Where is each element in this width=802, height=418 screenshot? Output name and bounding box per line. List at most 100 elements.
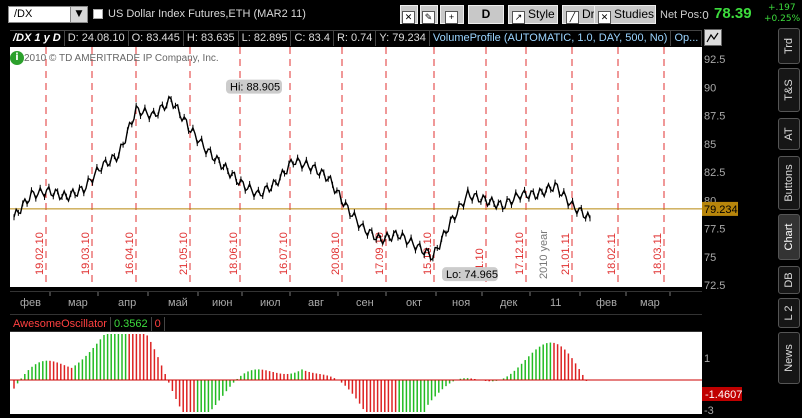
side-tab-db[interactable]: DB: [778, 266, 800, 294]
period-button[interactable]: D: [468, 5, 504, 24]
price-axis-tick: 72.5: [704, 280, 725, 291]
year-label: 2010 year: [538, 230, 550, 279]
bar-open: O: 83.445: [129, 31, 184, 46]
style-icon: ↗: [512, 11, 525, 24]
expiration-date-label: 21.05.10: [178, 232, 190, 275]
expiration-date-label: 17.12.10: [514, 232, 526, 275]
price-axis[interactable]: 92.5 90 87.5 85 82.5 80 77.5 75 72.5 79.234: [702, 47, 772, 292]
hi-label: Hi: 88.905: [230, 82, 280, 94]
drawings-icon: ╱: [566, 11, 579, 24]
side-tab-trd[interactable]: Trd: [778, 28, 800, 64]
style-label: Style: [528, 7, 555, 21]
side-tab-label: News: [783, 344, 795, 372]
bar-low: L: 82.895: [239, 31, 292, 46]
oscillator-axis[interactable]: 1 -1.4607 -3: [702, 332, 772, 417]
expiration-date-label: 16.04.10: [124, 232, 136, 275]
more-studies[interactable]: Op...: [671, 31, 702, 46]
bar-close: C: 83.4: [291, 31, 334, 46]
price-axis-tick: 87.5: [704, 111, 725, 123]
studies-icon: ✕: [598, 11, 611, 24]
price-axis-tick: 85: [704, 139, 716, 151]
copyright-text: 2010 © TD AMERITRADE IP Company, Inc.: [24, 53, 219, 64]
expiration-date-label: 20.08.10: [330, 232, 342, 275]
lo-label: Lo: 74.965: [446, 269, 498, 281]
wrench-icon: ✎: [422, 11, 435, 24]
bar-date: D: 24.08.10: [65, 31, 129, 46]
side-tab-label: T&S: [783, 79, 795, 101]
ao-axis-bottom: -3: [704, 405, 714, 416]
expiration-date-label: 18.03.11: [652, 233, 664, 275]
side-tab-l-2[interactable]: L 2: [778, 298, 800, 328]
side-tab-news[interactable]: News: [778, 332, 800, 384]
studies-label: Studies: [614, 7, 655, 21]
price-chart[interactable]: 19.02.10 19.03.10 16.04.10 21.05.10 18.06.10…: [10, 47, 702, 287]
wrench-button[interactable]: ✎: [420, 5, 438, 24]
link-icon[interactable]: [93, 9, 103, 19]
price-chart-canvas: 19.02.10 19.03.10 16.04.10 21.05.10 18.06.10…: [10, 47, 702, 287]
last-price: 78.39: [714, 5, 752, 22]
price-axis-tick: 92.5: [704, 54, 725, 66]
expiration-date-label: 16.07.10: [278, 232, 290, 275]
side-tab-buttons[interactable]: Buttons: [778, 156, 800, 210]
expiration-date-label: 21.01.11: [560, 233, 572, 275]
side-tab-label: L 2: [783, 305, 795, 321]
studies-button[interactable]: ✕ Studies: [594, 5, 656, 24]
cursor-y: Y: 79.234: [376, 31, 430, 46]
ao-zero-value: 0: [152, 317, 165, 331]
month-label: июн: [212, 297, 232, 309]
left-margin: [0, 30, 10, 418]
price-axis-tick: 75: [704, 252, 716, 264]
crosshair-button[interactable]: +: [440, 5, 464, 24]
awesome-oscillator-canvas: [10, 334, 702, 412]
price-axis-tick: 77.5: [704, 224, 725, 236]
side-tab-t-s[interactable]: T&S: [778, 68, 800, 112]
side-tab-label: Trd: [783, 37, 795, 55]
month-label: 11: [550, 297, 561, 309]
month-label: ноя: [452, 297, 470, 309]
bar-range: R: 0.74: [334, 31, 377, 46]
expiration-date-label: 18.06.10: [228, 232, 240, 275]
expiration-date-label: 18.02.11: [606, 233, 618, 275]
ao-study-name[interactable]: AwesomeOscillator: [10, 317, 111, 331]
month-label: авг: [308, 297, 324, 309]
month-label: май: [168, 297, 188, 309]
side-tab-label: AT: [783, 127, 795, 141]
month-label: окт: [406, 297, 422, 309]
oscillator-axis-canvas: 1 -1.4607 -3: [702, 353, 742, 417]
expiration-date-label: 19.03.10: [80, 232, 92, 275]
symbol-period[interactable]: /DX 1 y D: [10, 31, 65, 46]
price-series-line: [13, 95, 591, 262]
time-axis-canvas: фев мар апр май июн июл авг сен окт ноя дек 11 фев ма…: [20, 292, 671, 309]
ao-current-value: -1.4607: [705, 389, 742, 401]
tools-button[interactable]: ✕: [400, 5, 418, 24]
net-change: +.197: [768, 3, 796, 13]
price-axis-tick: 90: [704, 82, 716, 94]
crosshair-icon: +: [445, 11, 458, 24]
symbol-dropdown-button[interactable]: ▼: [70, 6, 88, 23]
price-axis-tick: 82.5: [704, 167, 725, 179]
month-label: фев: [20, 297, 41, 309]
net-pos-label: Net Pos:: [660, 9, 703, 21]
chart-settings-button[interactable]: [704, 29, 722, 46]
month-label: июл: [260, 297, 281, 309]
symbol-description: US Dollar Index Futures,ETH (MAR2 11): [108, 8, 306, 20]
volume-profile-study[interactable]: VolumeProfile (AUTOMATIC, 1.0, DAY, 500,…: [430, 31, 672, 46]
ao-axis-top: 1: [704, 353, 710, 365]
side-tab-label: Chart: [783, 223, 795, 251]
side-tab-label: DB: [783, 272, 795, 288]
side-tab-chart[interactable]: Chart: [778, 214, 800, 260]
price-axis-canvas: 92.59087.58582.58077.57572.579.234: [702, 54, 738, 292]
month-label: мар: [640, 297, 660, 309]
month-label: фев: [596, 297, 617, 309]
awesome-oscillator-panel[interactable]: [10, 332, 702, 414]
tools-icon: ✕: [402, 11, 415, 24]
info-icon[interactable]: i: [10, 51, 24, 65]
style-button[interactable]: ↗ Style: [508, 5, 558, 24]
month-label: дек: [500, 297, 518, 309]
bar-high: H: 83.635: [184, 31, 239, 46]
chart-settings-icon: [706, 32, 719, 43]
month-label: сен: [356, 297, 374, 309]
side-tab-at[interactable]: AT: [778, 118, 800, 150]
toolbar: /DX ▼ US Dollar Index Futures,ETH (MAR2 …: [0, 0, 802, 30]
time-axis[interactable]: фев мар апр май июн июл авг сен окт ноя дек 11 фев ма…: [10, 291, 702, 315]
